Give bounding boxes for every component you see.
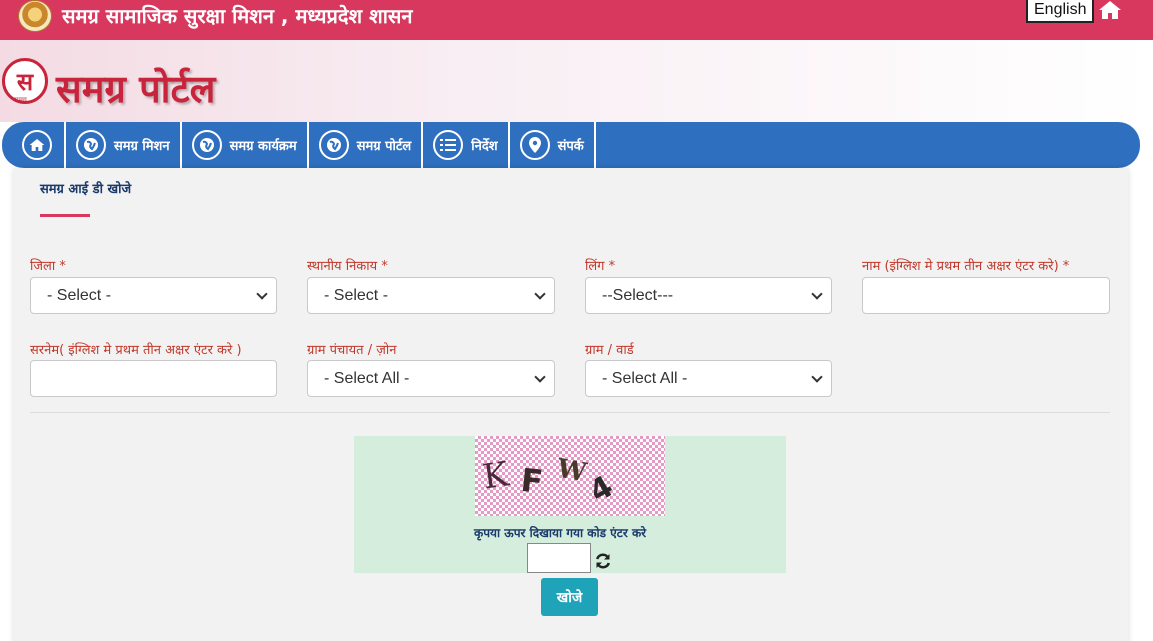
district-select[interactable]: - Select - bbox=[30, 277, 277, 314]
nav-label-samagra-karyakram: समग्र कार्यक्रम bbox=[229, 139, 297, 154]
gram-panchayat-label: ग्राम पंचायत / ज़ोन bbox=[307, 343, 397, 358]
name-input[interactable] bbox=[862, 277, 1110, 314]
title-underline bbox=[40, 214, 90, 217]
list-icon bbox=[433, 130, 464, 160]
form-divider bbox=[30, 412, 1110, 413]
gender-select[interactable]: --Select--- bbox=[585, 277, 832, 314]
home-icon[interactable] bbox=[1098, 0, 1122, 20]
page-title: समग्र आई डी खोजे bbox=[40, 182, 132, 197]
chevron-down-icon bbox=[256, 288, 268, 300]
nav-label-samagra-mission: समग्र मिशन bbox=[114, 139, 170, 154]
globe-icon bbox=[191, 130, 222, 160]
surname-label: सरनेम( इंग्लिश मे प्रथम तीन अक्षर एंटर क… bbox=[30, 343, 242, 358]
chevron-down-icon bbox=[811, 288, 823, 300]
district-select-value: - Select - bbox=[47, 286, 112, 304]
gram-panchayat-select-value: - Select All - bbox=[324, 369, 410, 387]
logo-banner: स समग्र पोर्टल bbox=[0, 40, 1153, 122]
gram-panchayat-select[interactable]: - Select All - bbox=[307, 360, 555, 397]
name-label: नाम (इंग्लिश मे प्रथम तीन अक्षर एंटर करे… bbox=[862, 259, 1070, 274]
refresh-icon[interactable] bbox=[594, 552, 612, 570]
village-ward-label: ग्राम / वार्ड bbox=[585, 343, 634, 358]
local-body-label: स्थानीय निकाय * bbox=[307, 259, 388, 274]
gender-label: लिंग * bbox=[585, 259, 616, 274]
captcha-char-1: K bbox=[480, 454, 512, 498]
captcha-input[interactable] bbox=[527, 543, 591, 573]
logo-caption: समग्र bbox=[14, 96, 27, 104]
chevron-down-icon bbox=[811, 371, 823, 383]
captcha-char-2: F bbox=[519, 460, 545, 502]
location-pin-icon bbox=[519, 130, 550, 160]
home-icon bbox=[22, 130, 52, 160]
nav-item-nirdesh[interactable]: निर्देश bbox=[423, 122, 510, 168]
english-language-button[interactable]: English bbox=[1026, 0, 1095, 23]
portal-logo-text[interactable]: समग्र पोर्टल bbox=[56, 62, 215, 114]
nav-item-sampark[interactable]: संपर्क bbox=[510, 122, 596, 168]
search-submit-button[interactable]: खोजे bbox=[541, 578, 598, 616]
nav-item-samagra-portal[interactable]: समग्र पोर्टल bbox=[309, 122, 424, 168]
captcha-char-3: W bbox=[554, 453, 589, 489]
local-body-select[interactable]: - Select - bbox=[307, 277, 555, 314]
nav-item-samagra-mission[interactable]: समग्र मिशन bbox=[66, 122, 182, 168]
chevron-down-icon bbox=[534, 371, 546, 383]
gender-select-value: --Select--- bbox=[602, 286, 674, 304]
nav-label-samagra-portal: समग्र पोर्टल bbox=[356, 139, 412, 154]
local-body-select-value: - Select - bbox=[324, 286, 389, 304]
main-nav: समग्र मिशन समग्र कार्यक्रम समग्र पोर्टल … bbox=[2, 122, 1140, 168]
village-ward-select-value: - Select All - bbox=[602, 369, 688, 387]
nav-item-home[interactable] bbox=[14, 122, 66, 168]
chevron-down-icon bbox=[534, 288, 546, 300]
village-ward-select[interactable]: - Select All - bbox=[585, 360, 832, 397]
globe-icon bbox=[76, 130, 106, 160]
district-label: जिला * bbox=[30, 259, 66, 274]
site-title: समग्र सामाजिक सुरक्षा मिशन , मध्यप्रदेश … bbox=[62, 4, 413, 28]
nav-item-samagra-karyakram[interactable]: समग्र कार्यक्रम bbox=[182, 122, 309, 168]
mp-emblem-icon bbox=[18, 0, 52, 32]
nav-label-nirdesh: निर्देश bbox=[471, 139, 498, 154]
top-bar: समग्र सामाजिक सुरक्षा मिशन , मध्यप्रदेश … bbox=[0, 0, 1153, 40]
nav-label-sampark: संपर्क bbox=[557, 139, 584, 154]
captcha-char-4: 4 bbox=[583, 469, 620, 510]
captcha-image: K F W 4 bbox=[475, 436, 665, 516]
captcha-hint: कृपया ऊपर दिखाया गया कोड एंटर करे bbox=[474, 526, 647, 540]
globe-icon bbox=[318, 130, 349, 160]
surname-input[interactable] bbox=[30, 360, 277, 397]
